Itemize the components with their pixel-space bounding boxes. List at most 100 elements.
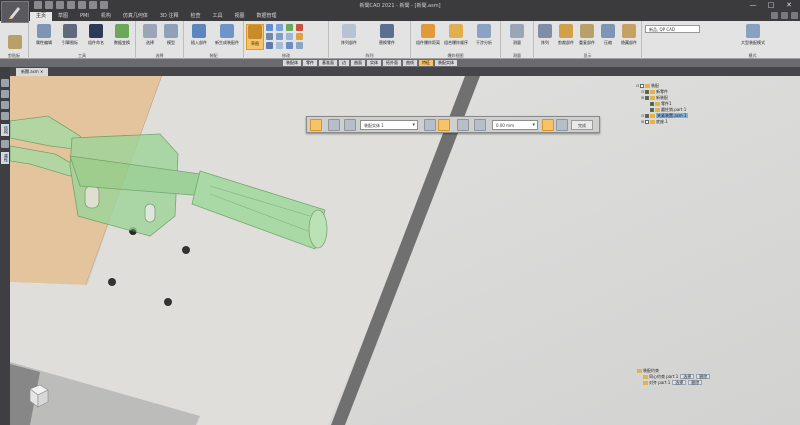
selection-filter-item[interactable]: 曲面 <box>351 60 365 66</box>
selection-filter-item[interactable]: 装配体 <box>283 60 301 66</box>
data-transform-button[interactable]: 数据变换 <box>109 24 135 50</box>
group-icon[interactable] <box>296 42 303 49</box>
help-icon[interactable] <box>771 12 778 19</box>
engine-icon-button[interactable]: 引擎图标 <box>57 24 83 50</box>
wrench-icon[interactable] <box>1 90 9 98</box>
question-icon[interactable] <box>1 101 9 109</box>
collapse-ribbon-icon[interactable] <box>791 12 798 19</box>
pencil-icon[interactable] <box>1 79 9 87</box>
suppress-button[interactable]: 压缩 <box>598 24 618 50</box>
application-menu-button[interactable] <box>1 1 29 23</box>
pattern-part-button[interactable]: 阵列部件 <box>333 24 365 50</box>
group-assembly: 插入部件 新生成装配件 装配 <box>184 21 244 59</box>
sidebar-tab-structure[interactable]: 结构 <box>1 124 9 136</box>
explode-distance-button[interactable]: 组件爆炸距离 <box>415 24 441 50</box>
visibility-checkbox[interactable] <box>645 120 649 124</box>
selection-filter-item[interactable]: 基准面 <box>319 60 337 66</box>
selection-filter-item[interactable]: 零件 <box>303 60 317 66</box>
rotate-component-icon[interactable] <box>328 119 340 131</box>
tab-inspect[interactable]: 检查 <box>185 12 207 21</box>
cancel-icon[interactable] <box>556 119 568 131</box>
replace-icon[interactable] <box>286 42 293 49</box>
selection-filter-item[interactable]: 特征 <box>419 60 433 66</box>
delete-icon[interactable] <box>296 24 303 31</box>
close-button[interactable]: ✕ <box>780 0 798 10</box>
new-assembly-button[interactable]: 新生成装配件 <box>214 24 240 50</box>
view-cube[interactable] <box>28 381 50 409</box>
explode-order-button[interactable]: 组合爆炸顺序 <box>443 24 469 50</box>
snap-icon[interactable] <box>438 119 450 131</box>
direction-icon[interactable] <box>424 119 436 131</box>
tab-view[interactable]: 视图 <box>229 12 251 21</box>
align-icon[interactable] <box>266 33 273 40</box>
tab-tools[interactable]: 工具 <box>207 12 229 21</box>
visibility-checkbox[interactable] <box>640 84 644 88</box>
constraint-action-button[interactable]: 删除 <box>696 374 711 379</box>
pattern-icon[interactable] <box>266 42 273 49</box>
tab-mechanism[interactable]: 机构 <box>95 12 117 21</box>
selection-filter-item[interactable]: 曲线 <box>403 60 417 66</box>
large-assembly-mode-button[interactable]: 大型装配模式 <box>735 24 771 50</box>
rotate-icon[interactable] <box>276 24 283 31</box>
gear-icon[interactable] <box>1 140 9 148</box>
offset-icon[interactable] <box>286 33 293 40</box>
ribbon-search-input[interactable]: 新品, QP CAD <box>645 25 700 33</box>
tab-pmi[interactable]: PMI <box>74 12 95 21</box>
tab-3d-annotation[interactable]: 3D 注释 <box>154 12 185 21</box>
selection-filter-item[interactable]: 装配实体 <box>435 60 457 66</box>
confirm-icon[interactable] <box>542 119 554 131</box>
sketch-button[interactable]: 草图 <box>246 24 264 50</box>
group-mode: 大型装配模式 模式 <box>705 21 800 59</box>
tab-data-management[interactable]: 数据管理 <box>251 12 283 21</box>
selection-mode-select[interactable]: 装配实体 1 <box>360 120 418 130</box>
move-icon[interactable] <box>266 24 273 31</box>
replace-part-button[interactable]: 替换零件 <box>371 24 403 50</box>
distance-input[interactable]: 0.00 mm <box>492 120 538 130</box>
insert-part-button[interactable]: 插入部件 <box>186 24 212 50</box>
clip-part-button[interactable]: 剪裁部件 <box>556 24 576 50</box>
folder-icon <box>655 108 660 112</box>
move-component-icon[interactable] <box>310 119 322 131</box>
constraint-icon <box>637 369 642 373</box>
settings-icon[interactable] <box>781 12 788 19</box>
selection-filter-item[interactable]: 拓扑面 <box>383 60 401 66</box>
selection-filter-item[interactable]: 边 <box>339 60 349 66</box>
visibility-checkbox[interactable] <box>650 108 654 112</box>
measure-button[interactable]: 测量 <box>504 24 530 50</box>
minimize-button[interactable]: — <box>744 0 762 10</box>
tree-item-label: 底座.1 <box>656 119 668 124</box>
tab-simulation[interactable]: 仿真几何体 <box>117 12 154 21</box>
tab-home[interactable]: 主页 <box>30 12 53 21</box>
constraint-action-button[interactable]: 选择 <box>672 380 687 385</box>
repeat-part-button[interactable]: 重复部件 <box>577 24 597 50</box>
property-edit-button[interactable]: 属性编辑 <box>31 24 57 50</box>
maximize-button[interactable]: □ <box>762 0 780 10</box>
mate-icon[interactable] <box>276 33 283 40</box>
offset-type-icon[interactable] <box>474 119 486 131</box>
layers-icon[interactable] <box>1 112 9 120</box>
sidebar-tab-properties[interactable]: 属性 <box>1 152 9 164</box>
hide-part-button[interactable]: 隐藏部件 <box>619 24 639 50</box>
document-tab[interactable]: 新聞.asm ✕ <box>16 68 49 76</box>
visibility-checkbox[interactable] <box>645 90 649 94</box>
visibility-checkbox[interactable] <box>645 96 649 100</box>
interference-button[interactable]: 干涉分析 <box>471 24 497 50</box>
tab-sketch[interactable]: 草图 <box>52 12 74 21</box>
array-button[interactable]: 阵列 <box>535 24 555 50</box>
visibility-checkbox[interactable] <box>650 102 654 106</box>
finish-button[interactable]: 完成 <box>571 120 593 130</box>
visibility-checkbox[interactable] <box>645 114 649 118</box>
constraint-action-button[interactable]: 删除 <box>688 380 703 385</box>
model-button[interactable]: 模型 <box>158 24 184 50</box>
component-name-button[interactable]: 组件命名 <box>83 24 109 50</box>
copy-icon[interactable] <box>276 42 283 49</box>
tree-row[interactable]: ⊞ 底座.1 <box>636 119 716 125</box>
constraint-row[interactable]: 对齐 part 1 选择 删除 <box>637 380 737 386</box>
tree-item-label: 圆柱销.part 1 <box>661 107 687 112</box>
constraint-action-button[interactable]: 选择 <box>680 374 695 379</box>
fix-icon[interactable] <box>296 33 303 40</box>
align-component-icon[interactable] <box>344 119 356 131</box>
selection-filter-item[interactable]: 实体 <box>367 60 381 66</box>
flip-icon[interactable] <box>457 119 469 131</box>
mirror-icon[interactable] <box>286 24 293 31</box>
